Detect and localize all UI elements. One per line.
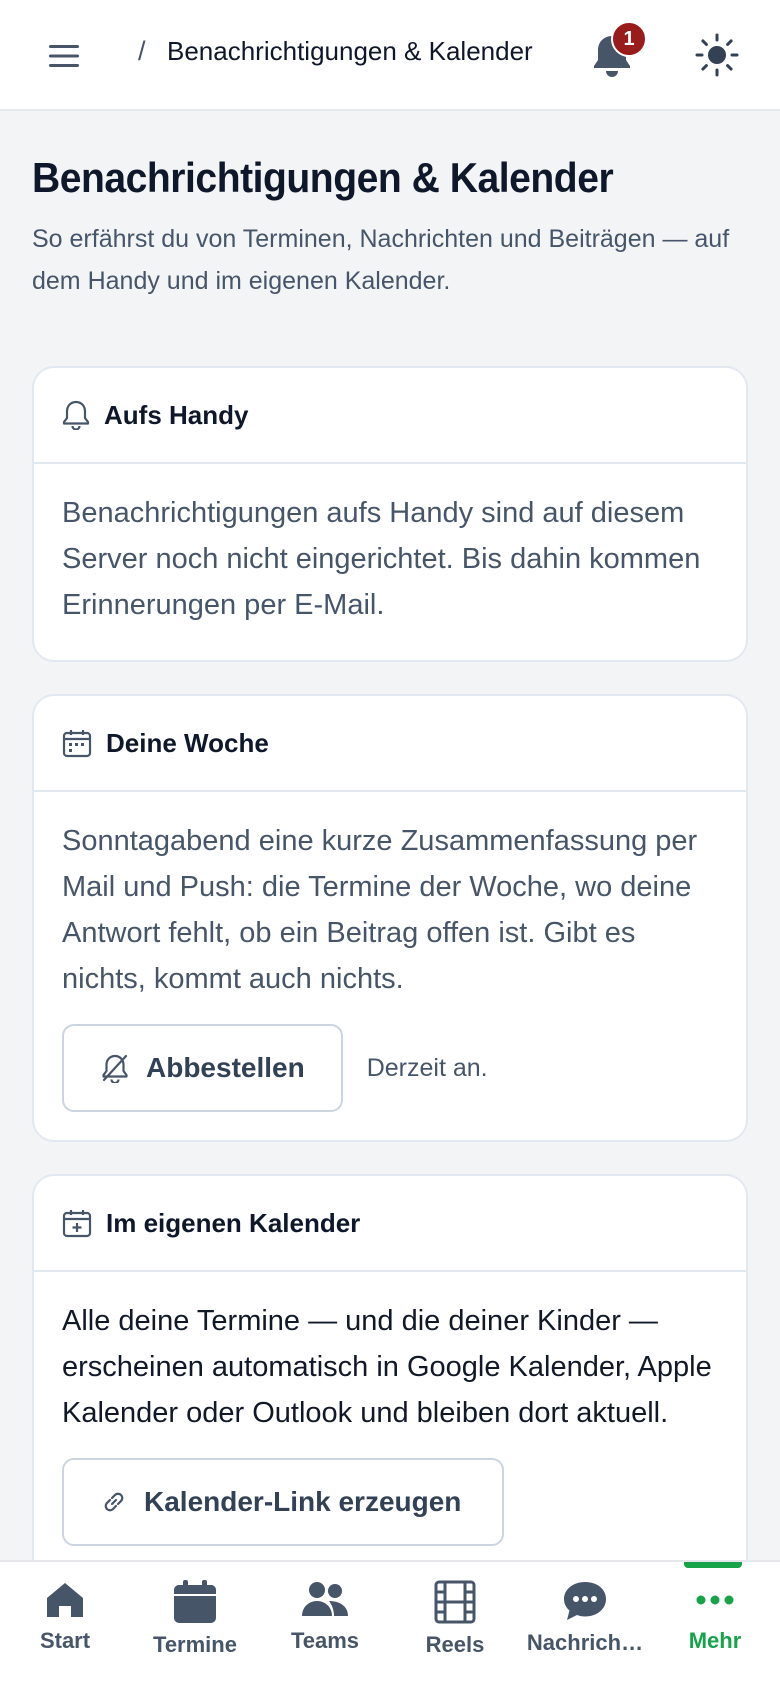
card-description: Alle deine Termine — und die deiner Kind…: [62, 1305, 712, 1429]
phone-notifications-card: Aufs Handy Benachrichtigungen aufs Handy…: [32, 366, 748, 662]
weekly-digest-card: Deine Woche Sonntagabend eine kurze Zusa…: [32, 694, 748, 1142]
card-description: Sonntagabend eine kurze Zusammenfassung …: [62, 825, 698, 995]
home-icon: [47, 1583, 83, 1617]
notification-badge: 1: [611, 21, 647, 57]
more-icon: [696, 1595, 734, 1605]
breadcrumb-current: Benachrichtigungen & Kalender: [167, 36, 533, 66]
page-subtitle: So erfährst du von Terminen, Nachrichten…: [32, 225, 730, 295]
theme-toggle-button[interactable]: [692, 30, 742, 80]
calendar-week-icon: [62, 730, 92, 758]
nav-label: Termine: [153, 1632, 237, 1657]
unsubscribe-label: Abbestellen: [146, 1052, 305, 1083]
subscription-status: Derzeit an.: [366, 1053, 488, 1082]
create-calendar-link-label: Kalender-Link erzeugen: [144, 1486, 462, 1517]
top-bar: / Benachrichtigungen & Kalender 1: [0, 0, 780, 111]
sun-icon: [695, 33, 739, 77]
card-title: Im eigenen Kalender: [106, 1207, 361, 1238]
chat-icon: [564, 1582, 606, 1620]
nav-item-nachrichten[interactable]: Nachrich…: [520, 1562, 650, 1688]
nav-item-termine[interactable]: Termine: [130, 1562, 260, 1688]
page-title: Benachrichtigungen & Kalender: [32, 154, 614, 201]
menu-button[interactable]: [34, 30, 94, 82]
calendar-icon: [174, 1580, 216, 1623]
nav-item-mehr[interactable]: Mehr: [650, 1562, 780, 1688]
hamburger-icon: [49, 45, 79, 67]
unsubscribe-button[interactable]: Abbestellen: [62, 1024, 343, 1112]
nav-label: Reels: [425, 1632, 485, 1657]
calendar-plus-icon: [62, 1210, 92, 1238]
bell-outline-icon: [62, 400, 90, 430]
card-description: Benachrichtigungen aufs Handy sind auf d…: [62, 497, 701, 621]
bottom-navigation: Start Termine Teams Reels Nachrich… Mehr: [0, 1560, 780, 1688]
nav-label: Teams: [290, 1628, 360, 1653]
link-icon: [104, 1492, 124, 1512]
create-calendar-link-button[interactable]: Kalender-Link erzeugen: [62, 1458, 504, 1546]
card-title: Aufs Handy: [104, 399, 249, 430]
nav-item-reels[interactable]: Reels: [390, 1562, 520, 1688]
users-icon: [302, 1582, 348, 1616]
calendar-sync-card: Im eigenen Kalender Alle deine Termine —…: [32, 1174, 748, 1614]
card-header: Im eigenen Kalender: [34, 1176, 746, 1272]
breadcrumb-separator: /: [138, 36, 146, 66]
card-header: Deine Woche: [34, 696, 746, 792]
film-icon: [434, 1580, 476, 1624]
card-title: Deine Woche: [106, 727, 269, 758]
card-header: Aufs Handy: [34, 368, 746, 464]
nav-item-teams[interactable]: Teams: [260, 1562, 390, 1688]
bell-off-icon: [102, 1054, 128, 1083]
nav-label: Mehr: [688, 1628, 742, 1653]
nav-item-start[interactable]: Start: [0, 1562, 130, 1688]
nav-label: Nachrich…: [526, 1630, 644, 1655]
nav-label: Start: [39, 1628, 91, 1653]
